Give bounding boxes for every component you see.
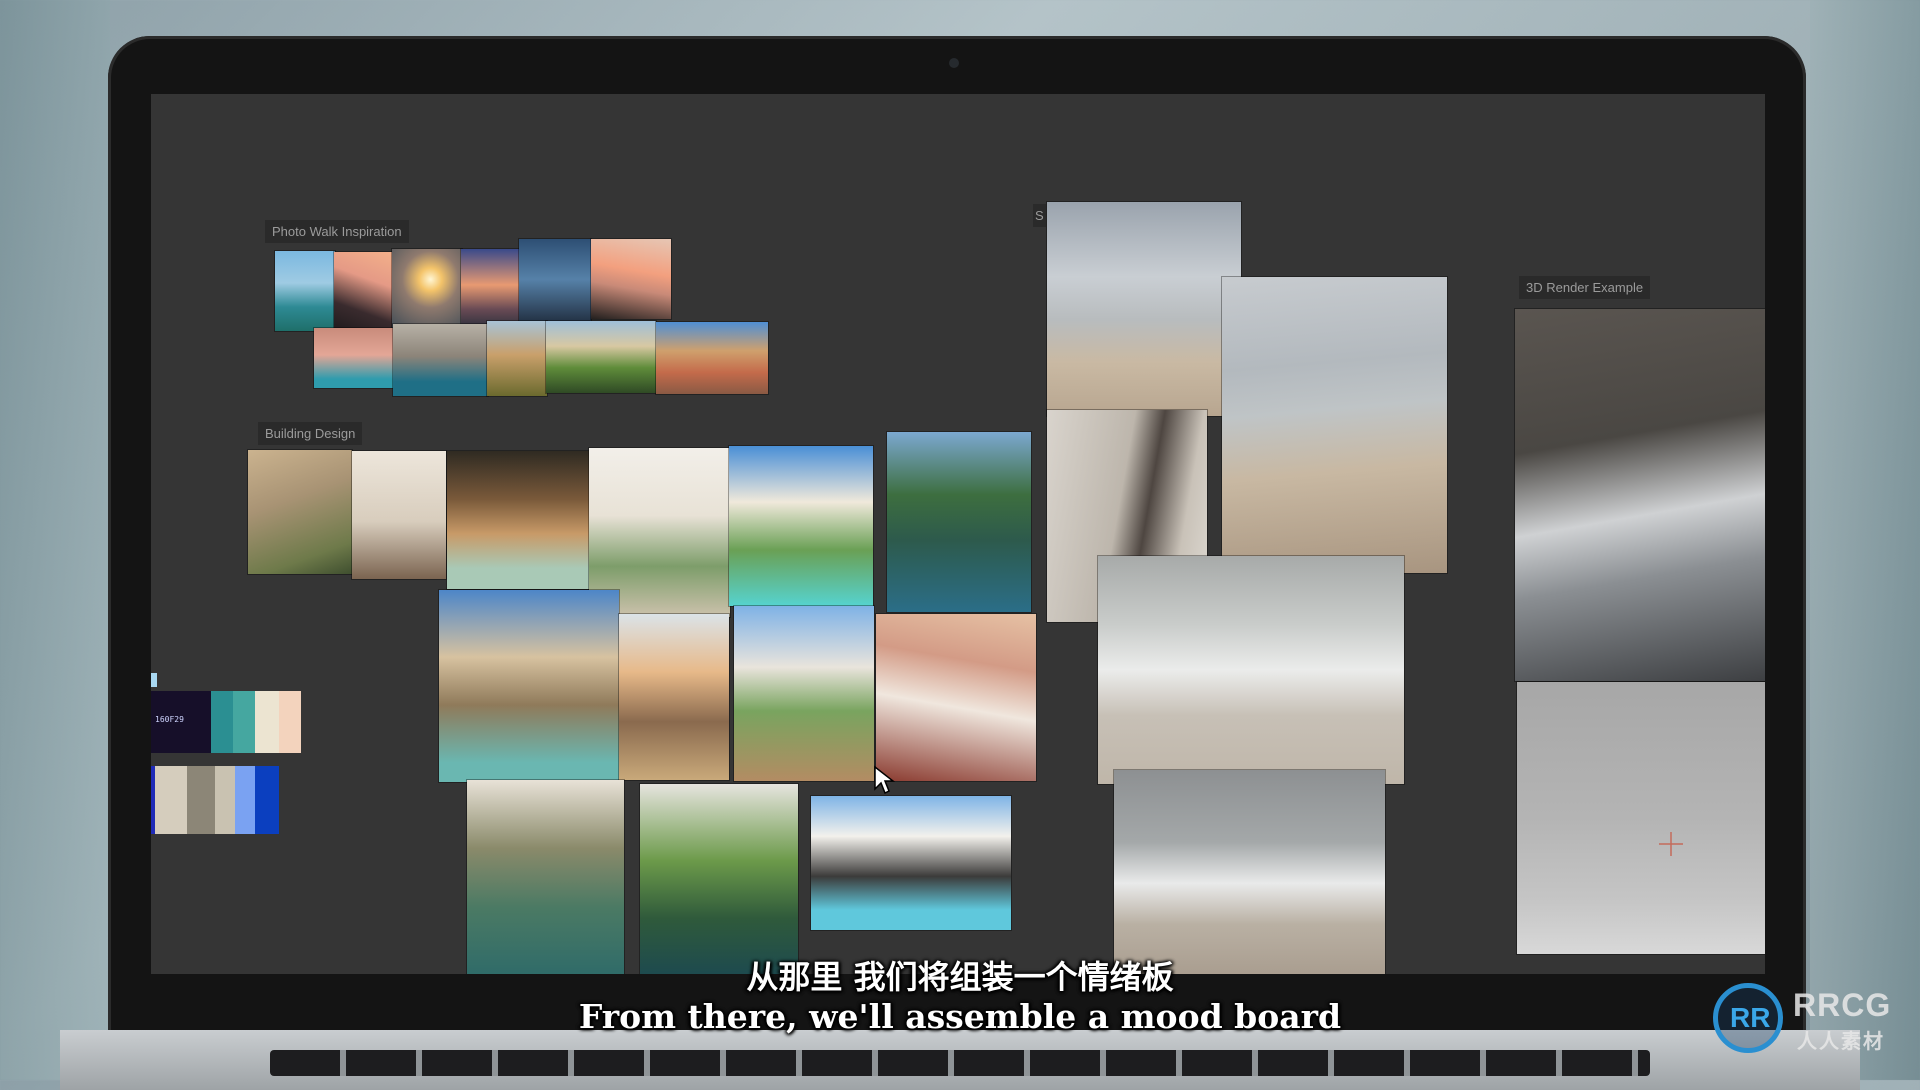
photo-palms-night[interactable] xyxy=(519,239,591,329)
photo-lagoon-trees[interactable] xyxy=(887,432,1031,612)
photo-white-interior[interactable] xyxy=(352,451,446,579)
keyboard-keys xyxy=(270,1050,1650,1076)
board-label-beach: S xyxy=(1033,204,1046,227)
photo-sunset-cliff[interactable] xyxy=(334,252,392,332)
watermark-logo: RR RRCG 人人素材 xyxy=(1713,983,1913,1053)
background-right xyxy=(1810,0,1920,1080)
background-left xyxy=(0,0,110,1080)
swatch-4[interactable] xyxy=(255,691,279,753)
palette-blue[interactable] xyxy=(151,766,279,834)
photo-jacuzzi-pergola[interactable] xyxy=(447,451,590,589)
photo-mountain-water[interactable] xyxy=(393,324,488,396)
palette-hex-label: 160F29 xyxy=(155,715,184,724)
photo-beach-sky[interactable] xyxy=(1047,202,1241,416)
photo-white-stairs[interactable] xyxy=(876,614,1036,781)
swatch-3[interactable] xyxy=(233,691,255,753)
photo-town-hill[interactable] xyxy=(487,321,547,396)
webcam xyxy=(949,58,959,68)
photo-villa-pool[interactable] xyxy=(729,446,873,606)
photo-surf-foam[interactable] xyxy=(1098,556,1404,784)
photo-garden-path[interactable] xyxy=(248,450,352,574)
photo-stone-pool[interactable] xyxy=(439,590,619,782)
render-water-foam[interactable] xyxy=(1515,309,1765,681)
moodboard-canvas[interactable]: Photo Walk Inspiration Building Design 1… xyxy=(151,94,1765,974)
photo-jungle-canal[interactable] xyxy=(640,784,798,974)
photo-pink-house-pool[interactable] xyxy=(314,328,394,388)
palette-handle[interactable] xyxy=(151,673,157,687)
photo-terrace-table[interactable] xyxy=(619,614,729,780)
watermark-logo-letters: RR xyxy=(1730,1002,1771,1033)
watermark-brand-cn: 人人素材 xyxy=(1797,1029,1885,1053)
swatch-5[interactable] xyxy=(279,691,301,753)
photo-palms-courtyard[interactable] xyxy=(734,606,874,781)
photo-lava-pool[interactable] xyxy=(811,796,1011,930)
rrcg-logo-icon: RR xyxy=(1713,983,1783,1053)
board-label-building-design: Building Design xyxy=(258,422,363,445)
swatch-b3[interactable] xyxy=(187,766,215,834)
swatch-b6[interactable] xyxy=(255,766,279,834)
photo-villa-colors[interactable] xyxy=(656,322,768,394)
photo-dusk-rocks[interactable] xyxy=(461,249,519,329)
board-label-photo-walk: Photo Walk Inspiration xyxy=(265,220,409,243)
watermark-brand: RRCG xyxy=(1793,987,1892,1023)
photo-riad-pool[interactable] xyxy=(467,780,624,974)
swatch-b5[interactable] xyxy=(235,766,255,834)
swatch-b2[interactable] xyxy=(155,766,187,834)
photo-sunburst-sea[interactable] xyxy=(392,249,462,329)
photo-pink-sunset[interactable] xyxy=(591,239,671,319)
render-sand[interactable] xyxy=(1517,682,1765,954)
swatch-b4[interactable] xyxy=(215,766,235,834)
palette-teal[interactable]: 160F29 xyxy=(151,691,301,753)
swatch-2[interactable] xyxy=(211,691,233,753)
subtitle-english: From there, we'll assemble a mood board xyxy=(578,997,1342,1036)
photo-coast-bay[interactable] xyxy=(275,251,335,331)
board-label-3d-render: 3D Render Example xyxy=(1519,276,1651,299)
photo-beach-shore[interactable] xyxy=(1222,277,1447,573)
photo-wave-line[interactable] xyxy=(1114,770,1385,974)
photo-green-valley[interactable] xyxy=(546,321,656,393)
subtitle-chinese: 从那里 我们将组装一个情绪板 xyxy=(746,958,1174,996)
crosshair-icon xyxy=(1659,832,1683,856)
